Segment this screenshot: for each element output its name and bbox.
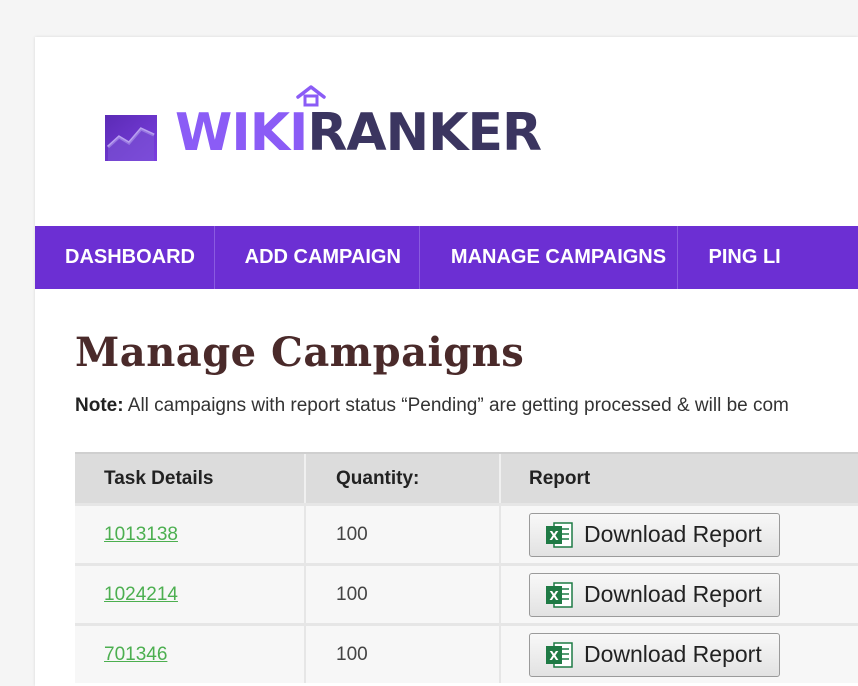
task-link[interactable]: 701346: [104, 644, 167, 666]
quantity-cell: 100: [306, 506, 501, 563]
nav-manage-campaigns[interactable]: MANAGE CAMPAIGNS: [420, 226, 678, 289]
logo-wiki-text: WIKI: [175, 103, 308, 163]
task-link[interactable]: 1013138: [104, 524, 178, 546]
excel-icon: X: [546, 521, 573, 548]
table-row: 701346 100 X Download Report: [75, 623, 858, 683]
svg-text:X: X: [549, 649, 559, 663]
quantity-cell: 100: [306, 566, 501, 623]
chart-area-icon: [105, 115, 157, 161]
report-cell: X Download Report: [501, 566, 858, 623]
logo-wordmark: WIKIRANKER: [175, 101, 542, 165]
svg-text:X: X: [549, 589, 559, 603]
quantity-cell: 100: [306, 626, 501, 683]
campaigns-table: Task Details Quantity: Report 1013138 10…: [75, 452, 858, 683]
task-cell: 1013138: [75, 506, 306, 563]
note-text: All campaigns with report status “Pendin…: [123, 395, 789, 416]
task-cell: 1024214: [75, 566, 306, 623]
nav-dashboard[interactable]: DASHBOARD: [35, 226, 215, 289]
report-cell: X Download Report: [501, 626, 858, 683]
note-label: Note:: [75, 395, 124, 416]
nav-add-campaign[interactable]: ADD CAMPAIGN: [215, 226, 420, 289]
main-nav: DASHBOARD ADD CAMPAIGN MANAGE CAMPAIGNS …: [35, 226, 858, 289]
download-report-button[interactable]: X Download Report: [529, 572, 780, 617]
table-row: 1024214 100 X Download Report: [75, 563, 858, 623]
task-cell: 701346: [75, 626, 306, 683]
header-task-details: Task Details: [75, 454, 306, 503]
excel-icon: X: [546, 641, 573, 668]
report-cell: X Download Report: [501, 506, 858, 563]
nav-ping-links[interactable]: PING LI: [678, 226, 858, 289]
download-report-button[interactable]: X Download Report: [529, 512, 780, 557]
main-content: Manage Campaigns Note: All campaigns wit…: [75, 289, 858, 683]
site-header: WIKIRANKER: [35, 37, 858, 226]
processing-note: Note: All campaigns with report status “…: [75, 395, 858, 417]
table-row: 1013138 100 X Download Report: [75, 503, 858, 563]
download-report-label: Download Report: [584, 581, 762, 607]
page-container: WIKIRANKER DASHBOARD ADD CAMPAIGN MANAGE…: [35, 37, 858, 686]
table-header-row: Task Details Quantity: Report: [75, 452, 858, 503]
header-quantity: Quantity:: [306, 454, 501, 503]
site-logo[interactable]: WIKIRANKER: [105, 85, 585, 165]
page-title: Manage Campaigns: [75, 329, 525, 376]
excel-icon: X: [546, 581, 573, 608]
download-report-label: Download Report: [584, 521, 762, 547]
download-report-label: Download Report: [584, 641, 762, 667]
task-link[interactable]: 1024214: [104, 584, 178, 606]
download-report-button[interactable]: X Download Report: [529, 632, 780, 677]
header-report: Report: [529, 467, 591, 489]
svg-text:X: X: [549, 529, 559, 543]
logo-ranker-text: RANKER: [307, 103, 542, 163]
